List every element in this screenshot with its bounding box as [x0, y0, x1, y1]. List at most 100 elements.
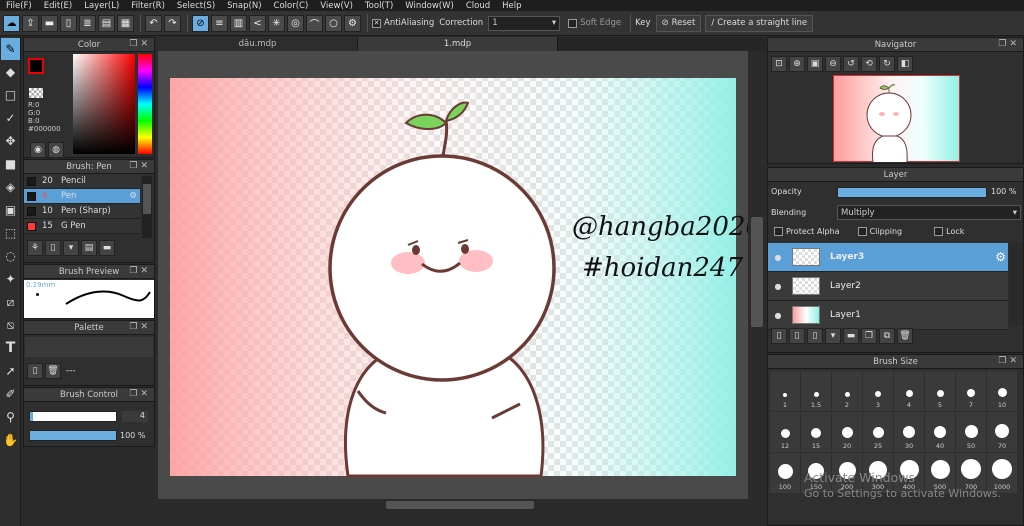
vertical-scroll-thumb[interactable] [751, 217, 763, 327]
menu-view[interactable]: View(V) [314, 1, 359, 11]
panel-controls-icon[interactable]: ❐✕ [129, 322, 151, 332]
clipping-checkbox[interactable] [857, 227, 867, 236]
brush-item-pen[interactable]: 4 Pen ⚙ [24, 189, 140, 204]
brush-folder-icon[interactable]: ▬ [99, 240, 115, 256]
panel-controls-icon[interactable]: ❐✕ [129, 266, 151, 276]
gear-icon[interactable]: ⚙ [129, 191, 137, 201]
horizontal-scroll-thumb[interactable] [386, 501, 534, 509]
brush-item-g-pen[interactable]: 15 G Pen [24, 219, 140, 234]
brush-size-slider[interactable] [29, 411, 117, 422]
flip-icon[interactable]: ◧ [897, 56, 913, 72]
straight-line-button[interactable]: ∕ Create a straight line [705, 14, 814, 32]
color-history-icon[interactable]: ◉ [30, 142, 46, 158]
canvas-vertical-scrollbar[interactable] [748, 51, 766, 499]
menu-layer[interactable]: Layer(L) [78, 1, 125, 11]
zoom-fit-icon[interactable]: ⊡ [771, 56, 787, 72]
layer-opacity-slider[interactable] [837, 187, 987, 198]
rotate-left-icon[interactable]: ↺ [843, 56, 859, 72]
snap-ellipse-icon[interactable]: ○ [325, 14, 342, 32]
add-layer-menu-icon[interactable]: ▾ [825, 328, 841, 344]
panel-controls-icon[interactable]: ❐✕ [129, 161, 151, 171]
zoom-actual-icon[interactable]: ▣ [807, 56, 823, 72]
canvas-area[interactable]: @hangba2020 #hoidan247 [158, 51, 748, 499]
fill-rect-tool-icon[interactable]: ■ [1, 153, 20, 175]
menu-window[interactable]: Window(W) [399, 1, 460, 11]
brush-list-scrollbar[interactable] [142, 176, 152, 238]
correction-select[interactable]: 1 ▾ [488, 15, 561, 31]
transparent-color-swatch[interactable] [29, 88, 43, 98]
brush-size-cell[interactable]: 10 [987, 371, 1017, 411]
menu-help[interactable]: Help [496, 1, 527, 11]
gradient-tool-icon[interactable]: ▣ [1, 199, 20, 221]
operation-tool-icon[interactable]: ➚ [1, 360, 20, 382]
protect-alpha-checkbox[interactable] [774, 227, 783, 236]
foreground-color-swatch[interactable] [28, 58, 44, 74]
new-file-icon[interactable]: ▯ [60, 14, 77, 32]
gear-icon[interactable]: ⚙ [995, 250, 1006, 264]
tab-1[interactable]: 1.mdp [358, 37, 558, 51]
color-picker-icon[interactable]: ◍ [48, 142, 64, 158]
brush-add-icon[interactable]: ⚘ [27, 240, 43, 256]
color-saturation-square[interactable] [73, 54, 135, 154]
grid-icon[interactable]: ▦ [117, 14, 134, 32]
layer-row-layer2[interactable]: ● Layer2 [768, 272, 1008, 301]
snap-settings-icon[interactable]: ⚙ [344, 14, 361, 32]
comment-icon[interactable]: ▬ [41, 14, 58, 32]
brush-options-icon[interactable]: ▾ [63, 240, 79, 256]
snap-circle-icon[interactable]: ◎ [287, 14, 304, 32]
brush-size-cell[interactable]: 1 [770, 371, 800, 411]
brush-item-pencil[interactable]: 20 Pencil [24, 174, 140, 189]
lasso-tool-icon[interactable]: ✓ [1, 107, 20, 129]
rectangle-select-tool-icon[interactable]: □ [1, 84, 20, 106]
select-pen-tool-icon[interactable]: ⧄ [1, 291, 20, 313]
lock-checkbox[interactable] [934, 227, 944, 236]
brush-size-cell[interactable]: 5 [925, 371, 955, 411]
page-icon[interactable]: ▤ [98, 14, 115, 32]
artwork-canvas[interactable]: @hangba2020 #hoidan247 [158, 51, 748, 499]
lasso-select-tool-icon[interactable]: ◌ [1, 245, 20, 267]
navigator-thumbnail[interactable] [833, 75, 960, 162]
menu-file[interactable]: File(F) [0, 1, 38, 11]
snap-vertical-icon[interactable]: ▥ [230, 14, 247, 32]
menu-filter[interactable]: Filter(R) [125, 1, 171, 11]
cloud-icon[interactable]: ☁ [3, 14, 20, 32]
blending-select[interactable]: Multiply ▾ [837, 205, 1021, 220]
snap-off-icon[interactable]: ⊘ [192, 14, 209, 32]
brush-size-cell[interactable]: 25 [863, 412, 893, 452]
antialiasing-checkbox[interactable]: ✕ [372, 18, 381, 28]
panel-controls-icon[interactable]: ❐✕ [129, 39, 151, 49]
menu-tool[interactable]: Tool(T) [359, 1, 399, 11]
soft-edge-checkbox[interactable] [568, 18, 578, 28]
brush-size-cell[interactable]: 2 [832, 371, 862, 411]
canvas-horizontal-scrollbar[interactable] [158, 499, 766, 511]
export-icon[interactable]: ⇪ [22, 14, 39, 32]
visibility-icon[interactable]: ● [772, 253, 784, 262]
brush-edit-icon[interactable]: ▤ [81, 240, 97, 256]
rotate-right-icon[interactable]: ↻ [879, 56, 895, 72]
panel-controls-icon[interactable]: ❐✕ [998, 39, 1020, 49]
brush-copy-icon[interactable]: ▯ [45, 240, 61, 256]
layer-row-layer1[interactable]: ● Layer1 [768, 301, 1008, 330]
text-tool-icon[interactable]: T [1, 337, 20, 359]
rotate-reset-icon[interactable]: ⟲ [861, 56, 877, 72]
new-layer-icon[interactable]: ▯ [771, 328, 787, 344]
move-tool-icon[interactable]: ✥ [1, 130, 20, 152]
select-tool-icon[interactable]: ⬚ [1, 222, 20, 244]
brush-size-cell[interactable]: 3 [863, 371, 893, 411]
brush-tool-icon[interactable]: ✎ [1, 38, 20, 60]
hand-tool-icon[interactable]: ✋ [1, 429, 20, 451]
delete-layer-icon[interactable]: 🗑 [897, 328, 913, 344]
brush-item-pen-sharp[interactable]: 10 Pen (Sharp) [24, 204, 140, 219]
palette-delete-icon[interactable]: 🗑 [45, 363, 61, 379]
zoom-in-icon[interactable]: ⊕ [789, 56, 805, 72]
new-folder-icon[interactable]: ▬ [843, 328, 859, 344]
palette-new-icon[interactable]: ▯ [27, 363, 43, 379]
brush-opacity-slider[interactable] [29, 430, 117, 441]
new-layer-1bit-icon[interactable]: ▯ [807, 328, 823, 344]
brush-size-cell[interactable]: 7 [956, 371, 986, 411]
tab-dau[interactable]: dâu.mdp [158, 37, 358, 51]
merge-layer-icon[interactable]: ⧉ [879, 328, 895, 344]
brush-size-cell[interactable]: 15 [801, 412, 831, 452]
eraser-tool-icon[interactable]: ◆ [1, 61, 20, 83]
hue-slider[interactable] [138, 54, 152, 154]
